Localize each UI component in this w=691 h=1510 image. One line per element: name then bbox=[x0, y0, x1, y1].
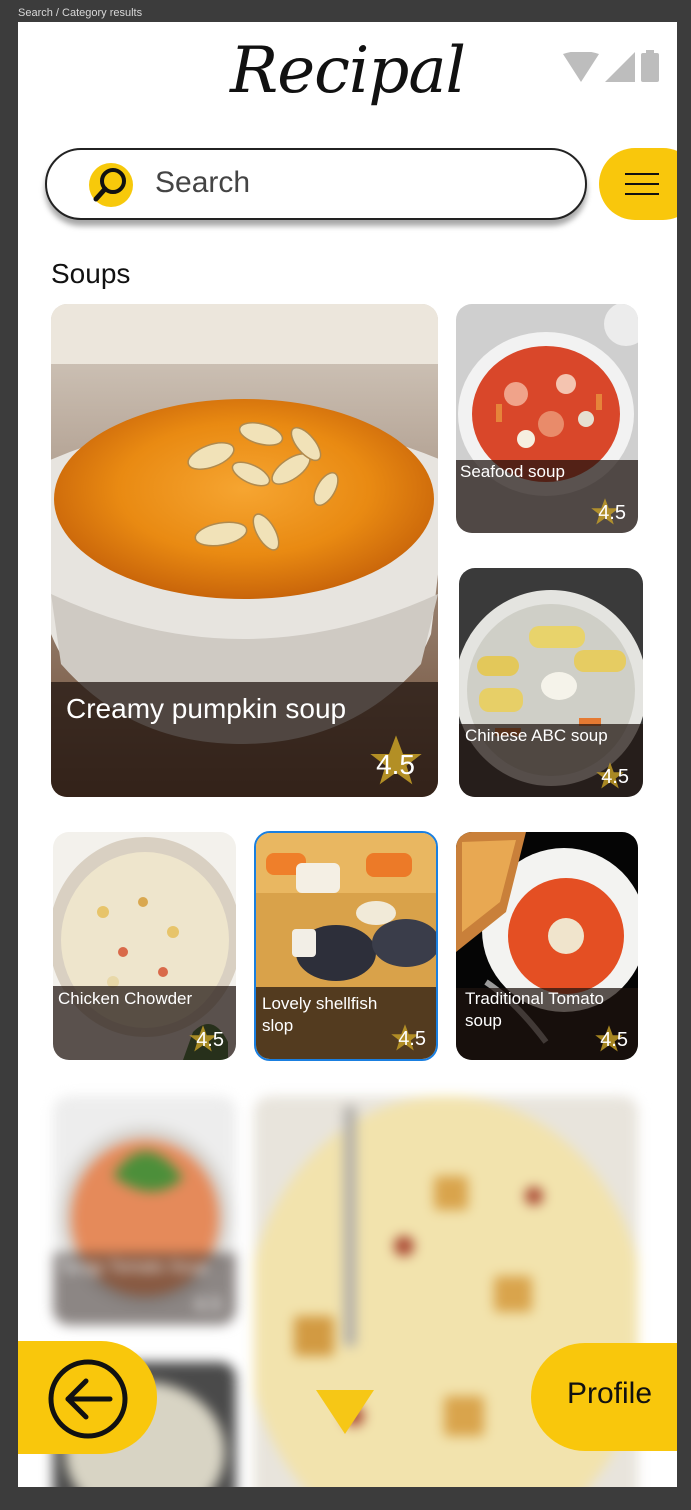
recipe-name: Creamy pumpkin soup bbox=[66, 693, 347, 724]
recipe-card[interactable]: Chicken Chowder 4.5 bbox=[53, 832, 236, 1060]
back-arrow-icon bbox=[48, 1359, 128, 1439]
profile-label: Profile bbox=[567, 1377, 653, 1410]
recipe-rating: 4.5 bbox=[398, 1028, 426, 1050]
chevron-down-icon[interactable] bbox=[314, 1388, 376, 1436]
recipe-name: Chinese ABC soup bbox=[465, 726, 608, 745]
recipe-card[interactable]: Chinese ABC soup 4.5 bbox=[459, 568, 643, 797]
app-screen: Recipal Search Soups Creamy pumpkin soup… bbox=[18, 22, 677, 1487]
menu-icon bbox=[625, 173, 659, 195]
recipe-name: Tangy Tomato Soup bbox=[59, 1257, 209, 1276]
recipe-rating: 4.5 bbox=[601, 766, 629, 788]
battery-icon bbox=[641, 50, 659, 82]
back-button[interactable] bbox=[18, 1341, 157, 1454]
category-title: Soups bbox=[51, 258, 131, 289]
recipe-card[interactable]: Traditional Tomato soup 4.5 bbox=[456, 832, 638, 1060]
recipe-card[interactable]: Tangy Tomato Soup 4.5 bbox=[53, 1096, 236, 1325]
recipe-rating: 4.5 bbox=[196, 1029, 224, 1051]
status-bar bbox=[563, 50, 659, 82]
recipe-name: Seafood soup bbox=[460, 462, 565, 481]
recipe-rating: 4.5 bbox=[376, 749, 415, 780]
frame-label: Search / Category results bbox=[18, 7, 143, 19]
recipe-name: Traditional Tomato soup bbox=[465, 989, 604, 1030]
signal-icon bbox=[605, 52, 635, 82]
recipe-rating: 4.5 bbox=[598, 502, 626, 524]
menu-button[interactable] bbox=[599, 148, 677, 220]
recipe-name: Chicken Chowder bbox=[58, 989, 193, 1008]
wifi-icon bbox=[563, 52, 599, 82]
recipe-card[interactable]: Creamy pumpkin soup 4.5 bbox=[51, 304, 438, 797]
recipe-card[interactable]: Seafood soup 4.5 bbox=[456, 304, 638, 533]
search-bar[interactable]: Search bbox=[45, 148, 587, 220]
recipe-rating: 4.5 bbox=[194, 1294, 222, 1316]
recipe-name: Lovely shellfish slop bbox=[262, 994, 378, 1035]
profile-button[interactable]: Profile bbox=[531, 1343, 677, 1451]
search-input[interactable]: Search bbox=[155, 166, 250, 200]
recipe-rating: 4.5 bbox=[600, 1029, 628, 1051]
search-icon[interactable] bbox=[89, 163, 133, 207]
recipe-card-selected[interactable]: Lovely shellfish slop 4.5 bbox=[254, 831, 438, 1061]
